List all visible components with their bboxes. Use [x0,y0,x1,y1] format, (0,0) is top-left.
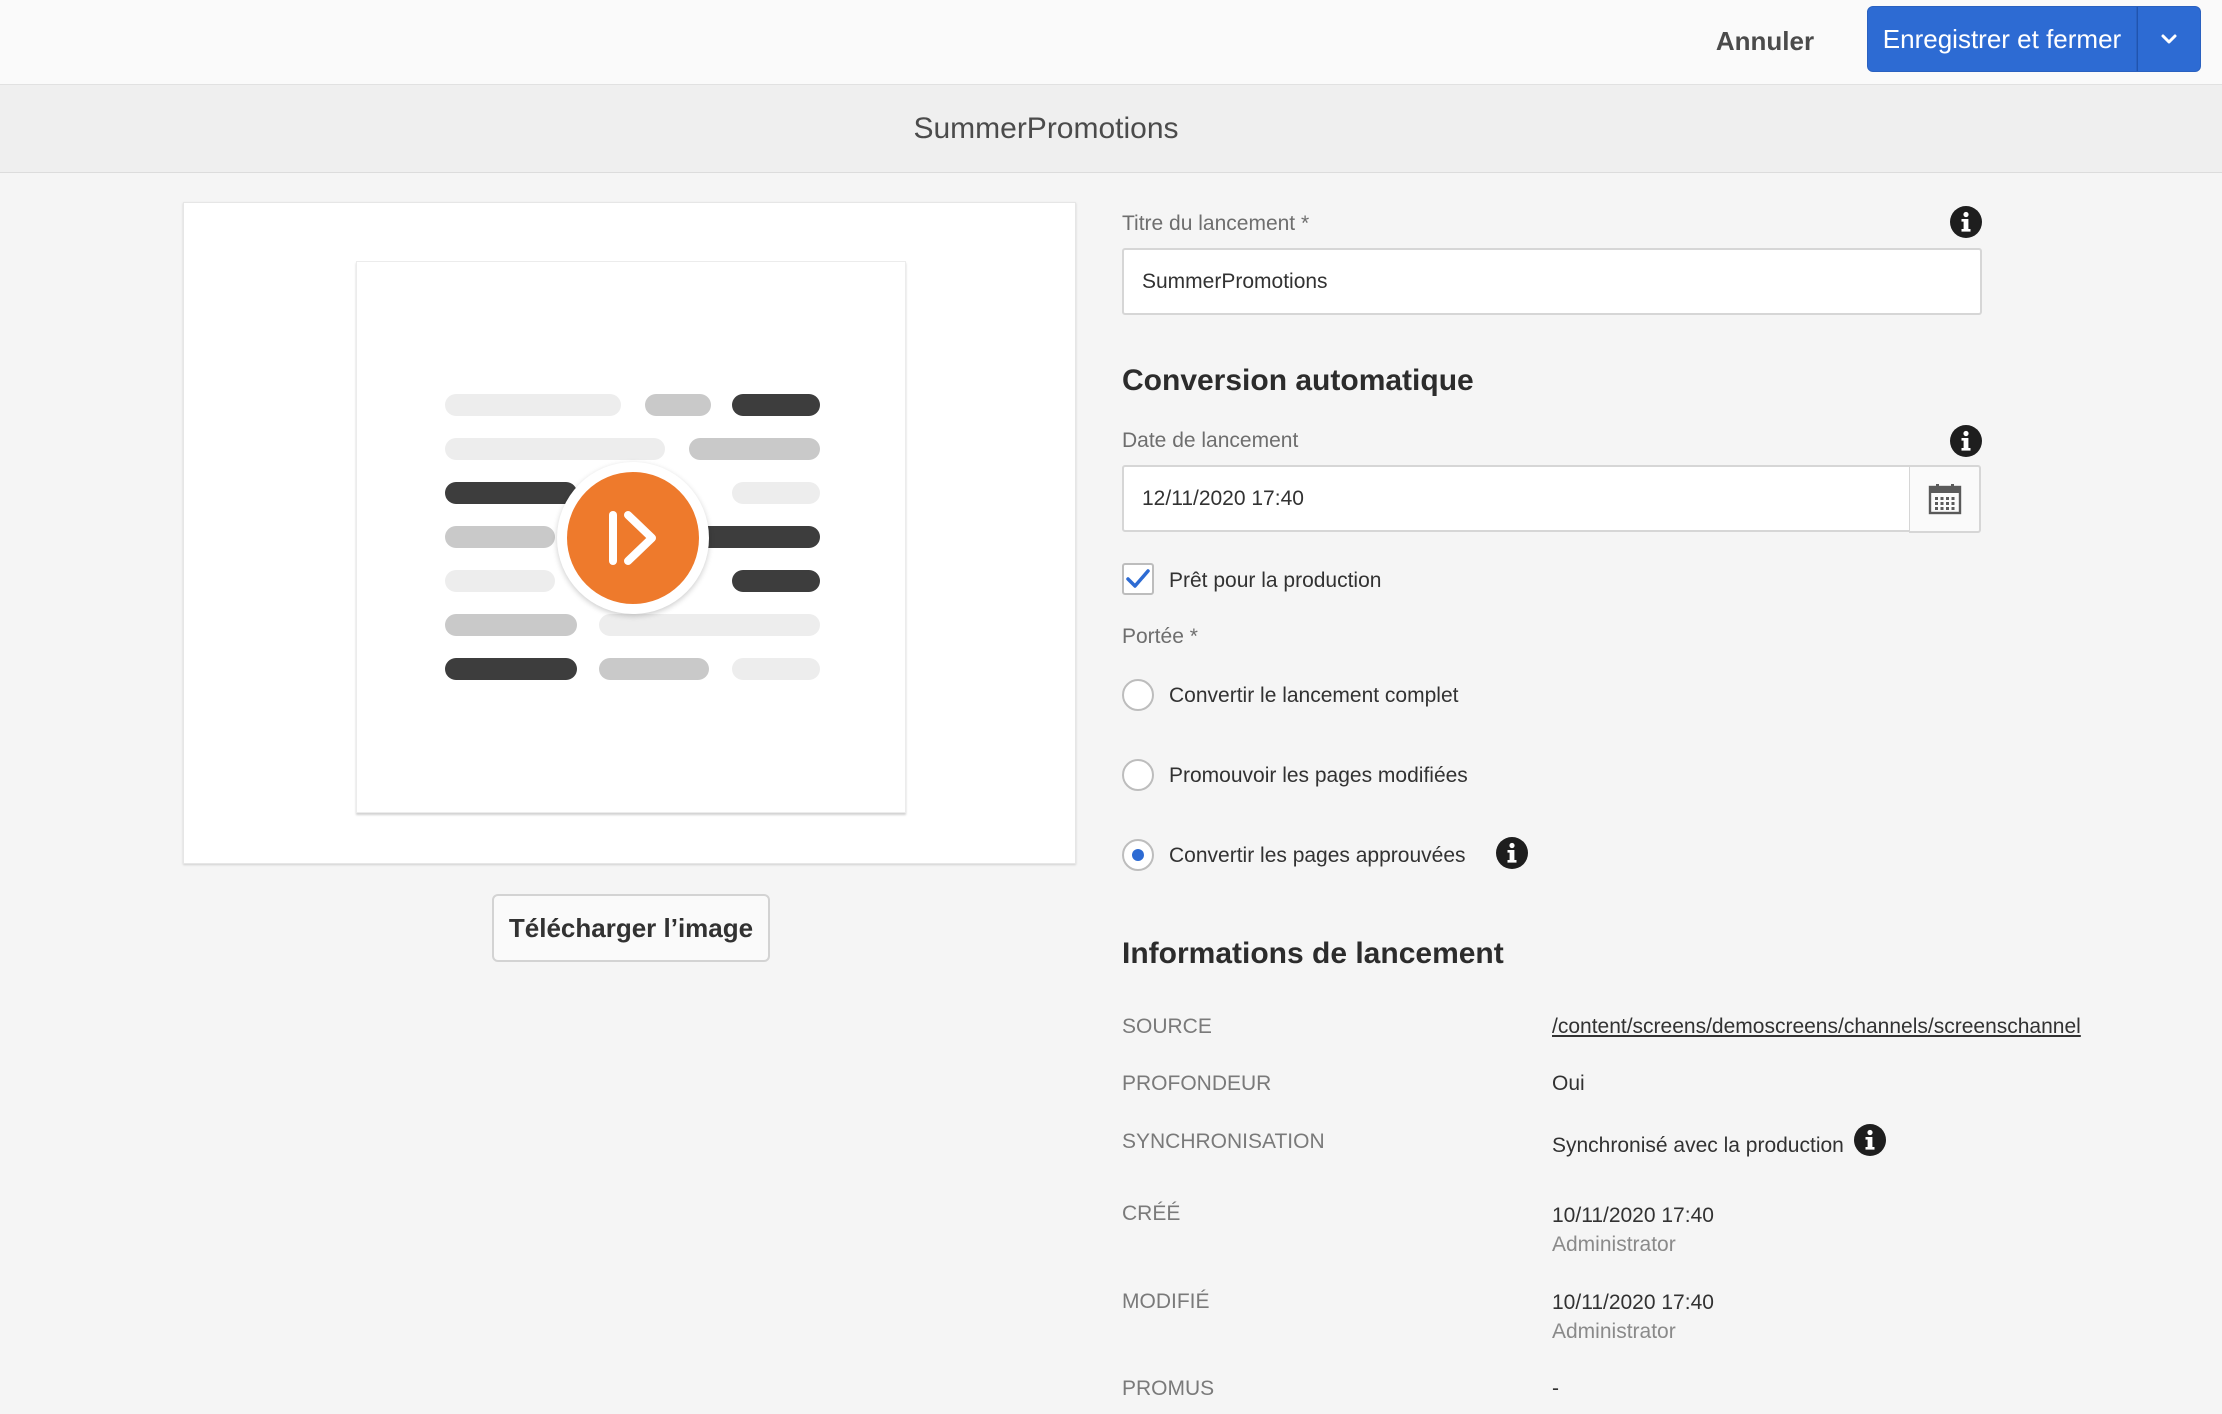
illustration-bar [645,394,711,416]
launch-title-label: Titre du lancement * [1122,212,1310,235]
scope-option-approved-pages: Convertir les pages approuvées [1169,844,1466,867]
ready-for-production-checkbox[interactable] [1122,563,1154,595]
illustration-bar [732,570,820,592]
created-by: Administrator [1552,1233,1676,1256]
thumbnail-preview [183,202,1076,864]
launch-title-input[interactable] [1122,248,1982,315]
auto-conversion-heading: Conversion automatique [1122,364,1474,397]
created-date: 10/11/2020 17:40 [1552,1204,1714,1227]
action-bar: Annuler Enregistrer et fermer [0,0,2222,85]
illustration-bar [445,526,555,548]
illustration-bar [732,658,820,680]
illustration-bar [445,570,555,592]
launch-play-icon [609,511,656,565]
title-bar: SummerPromotions [0,85,2222,173]
launch-date-input[interactable] [1122,465,1911,532]
modified-date: 10/11/2020 17:40 [1552,1291,1714,1314]
scope-radio-modified-pages[interactable] [1122,759,1154,791]
modified-by: Administrator [1552,1320,1676,1343]
checkmark-icon [1126,569,1150,588]
scope-radio-full-launch[interactable] [1122,679,1154,711]
cancel-button[interactable]: Annuler [1700,10,1830,72]
info-icon[interactable] [1853,1123,1887,1157]
launch-date-label: Date de lancement [1122,429,1299,452]
illustration-bar [599,658,709,680]
source-key: SOURCE [1122,1015,1212,1038]
info-icon[interactable] [1949,205,1983,239]
info-icon[interactable] [1495,836,1529,870]
scope-option-full-launch: Convertir le lancement complet [1169,684,1459,707]
calendar-icon [1928,484,1961,515]
scope-radio-approved-pages[interactable] [1122,839,1154,871]
upload-image-button[interactable]: Télécharger l’image [492,894,770,962]
illustration-bar [445,658,577,680]
sync-value: Synchronisé avec la production [1552,1134,1844,1157]
save-and-close-button[interactable]: Enregistrer et fermer [1867,6,2137,72]
scope-option-modified-pages: Promouvoir les pages modifiées [1169,764,1468,787]
depth-key: PROFONDEUR [1122,1072,1272,1095]
ready-for-production-label: Prêt pour la production [1169,569,1382,592]
save-options-dropdown[interactable] [2137,6,2201,72]
launch-thumbnail-illustration [356,261,906,813]
source-link[interactable]: /content/screens/demoscreens/channels/sc… [1552,1015,2081,1038]
illustration-bar [445,394,621,416]
illustration-bar [445,482,577,504]
illustration-bar [445,614,577,636]
illustration-bar [689,438,820,460]
source-value: /content/screens/demoscreens/channels/sc… [1552,1015,2081,1039]
page-title: SummerPromotions [913,111,1179,145]
launch-info-heading: Informations de lancement [1122,937,1504,970]
scope-label: Portée * [1122,625,1198,648]
modified-key: MODIFIÉ [1122,1290,1210,1313]
info-icon[interactable] [1949,424,1983,458]
depth-value: Oui [1552,1072,1585,1095]
sync-key: SYNCHRONISATION [1122,1130,1325,1153]
created-key: CRÉÉ [1122,1202,1181,1225]
promoted-key: PROMUS [1122,1377,1215,1400]
calendar-button[interactable] [1909,465,1981,533]
launch-badge [557,462,709,614]
promoted-value: - [1552,1377,1559,1400]
illustration-bar [732,394,820,416]
chevron-down-icon [2161,34,2177,44]
illustration-bar [599,614,820,636]
illustration-bar [732,482,820,504]
illustration-bar [445,438,665,460]
